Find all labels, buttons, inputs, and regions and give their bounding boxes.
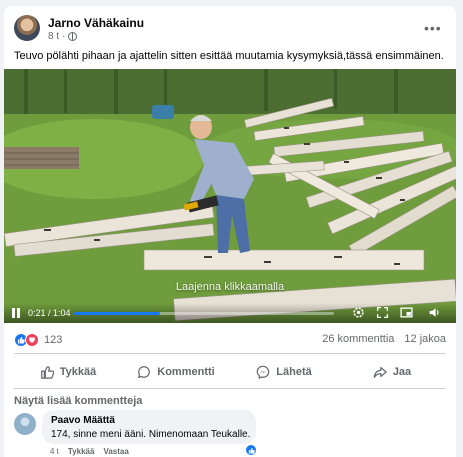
progress-bar[interactable] xyxy=(74,312,334,315)
comments-count[interactable]: 26 kommenttia xyxy=(322,333,394,345)
reaction-count[interactable]: 123 xyxy=(44,334,62,346)
divider xyxy=(14,353,446,354)
video-player[interactable]: Laajenna klikkaamalla 0:21 / 1:04 xyxy=(4,69,456,323)
comment-text: 174, sinne meni ääni. Nimenomaan Teukall… xyxy=(51,429,251,440)
comment-button[interactable]: Kommentti xyxy=(122,356,230,388)
messenger-icon xyxy=(256,365,270,379)
commenter-avatar[interactable] xyxy=(14,413,36,435)
author-avatar[interactable] xyxy=(14,15,40,41)
love-reaction-icon xyxy=(25,333,39,347)
mini-player-icon[interactable] xyxy=(400,306,413,319)
thumbs-up-icon xyxy=(40,366,54,379)
pause-icon[interactable] xyxy=(12,308,21,318)
comment-label: Kommentti xyxy=(157,366,215,378)
shares-count[interactable]: 12 jakoa xyxy=(404,333,446,345)
share-arrow-icon xyxy=(373,367,387,378)
send-label: Lähetä xyxy=(276,366,312,378)
globe-icon xyxy=(68,32,78,41)
share-label: Jaa xyxy=(392,366,412,378)
more-options-button[interactable]: ••• xyxy=(424,20,442,36)
comment-reply-link[interactable]: Vastaa xyxy=(103,447,128,456)
comment-like-reaction-icon[interactable] xyxy=(245,444,257,456)
engagement-counts: 26 kommenttia 12 jakoa xyxy=(322,333,446,345)
send-button[interactable]: Lähetä xyxy=(230,356,338,388)
progress-fill xyxy=(74,312,160,315)
video-time: 0:21 / 1:04 xyxy=(28,308,71,318)
comment-like-link[interactable]: Tykkää xyxy=(68,447,95,456)
video-controls: 0:21 / 1:04 xyxy=(4,303,456,323)
post-header: Jarno Vähäkainu 8 t · ••• xyxy=(4,6,456,46)
dot-separator: · xyxy=(62,31,66,42)
comment-author[interactable]: Paavo Määttä xyxy=(51,415,115,426)
post-time[interactable]: 8 t xyxy=(48,31,59,42)
comment-bubble: Paavo Määttä 174, sinne meni ääni. Nimen… xyxy=(42,410,256,444)
fullscreen-icon[interactable] xyxy=(376,306,389,319)
comment-bubble-icon xyxy=(138,366,151,379)
comment-time[interactable]: 4 t xyxy=(50,447,59,456)
post-meta: 8 t · xyxy=(48,31,78,42)
settings-icon[interactable] xyxy=(352,306,365,319)
comment-meta: 4 t Tykkää Vastaa xyxy=(50,447,129,456)
author-name[interactable]: Jarno Vähäkainu xyxy=(48,16,144,30)
divider xyxy=(14,388,446,389)
show-more-comments-link[interactable]: Näytä lisää kommentteja xyxy=(14,395,142,407)
volume-icon[interactable] xyxy=(428,306,441,319)
action-bar: Tykkää Kommentti Lähetä Jaa xyxy=(14,356,446,388)
like-button[interactable]: Tykkää xyxy=(14,356,122,388)
post-card: Jarno Vähäkainu 8 t · ••• Teuvo pölähti … xyxy=(4,6,456,457)
share-button[interactable]: Jaa xyxy=(338,356,446,388)
like-label: Tykkää xyxy=(59,366,97,378)
expand-overlay-text[interactable]: Laajenna klikkaamalla xyxy=(4,281,456,293)
reactions-summary[interactable]: 123 xyxy=(14,332,62,348)
post-text: Teuvo pölähti pihaan ja ajattelin sitten… xyxy=(14,50,444,62)
